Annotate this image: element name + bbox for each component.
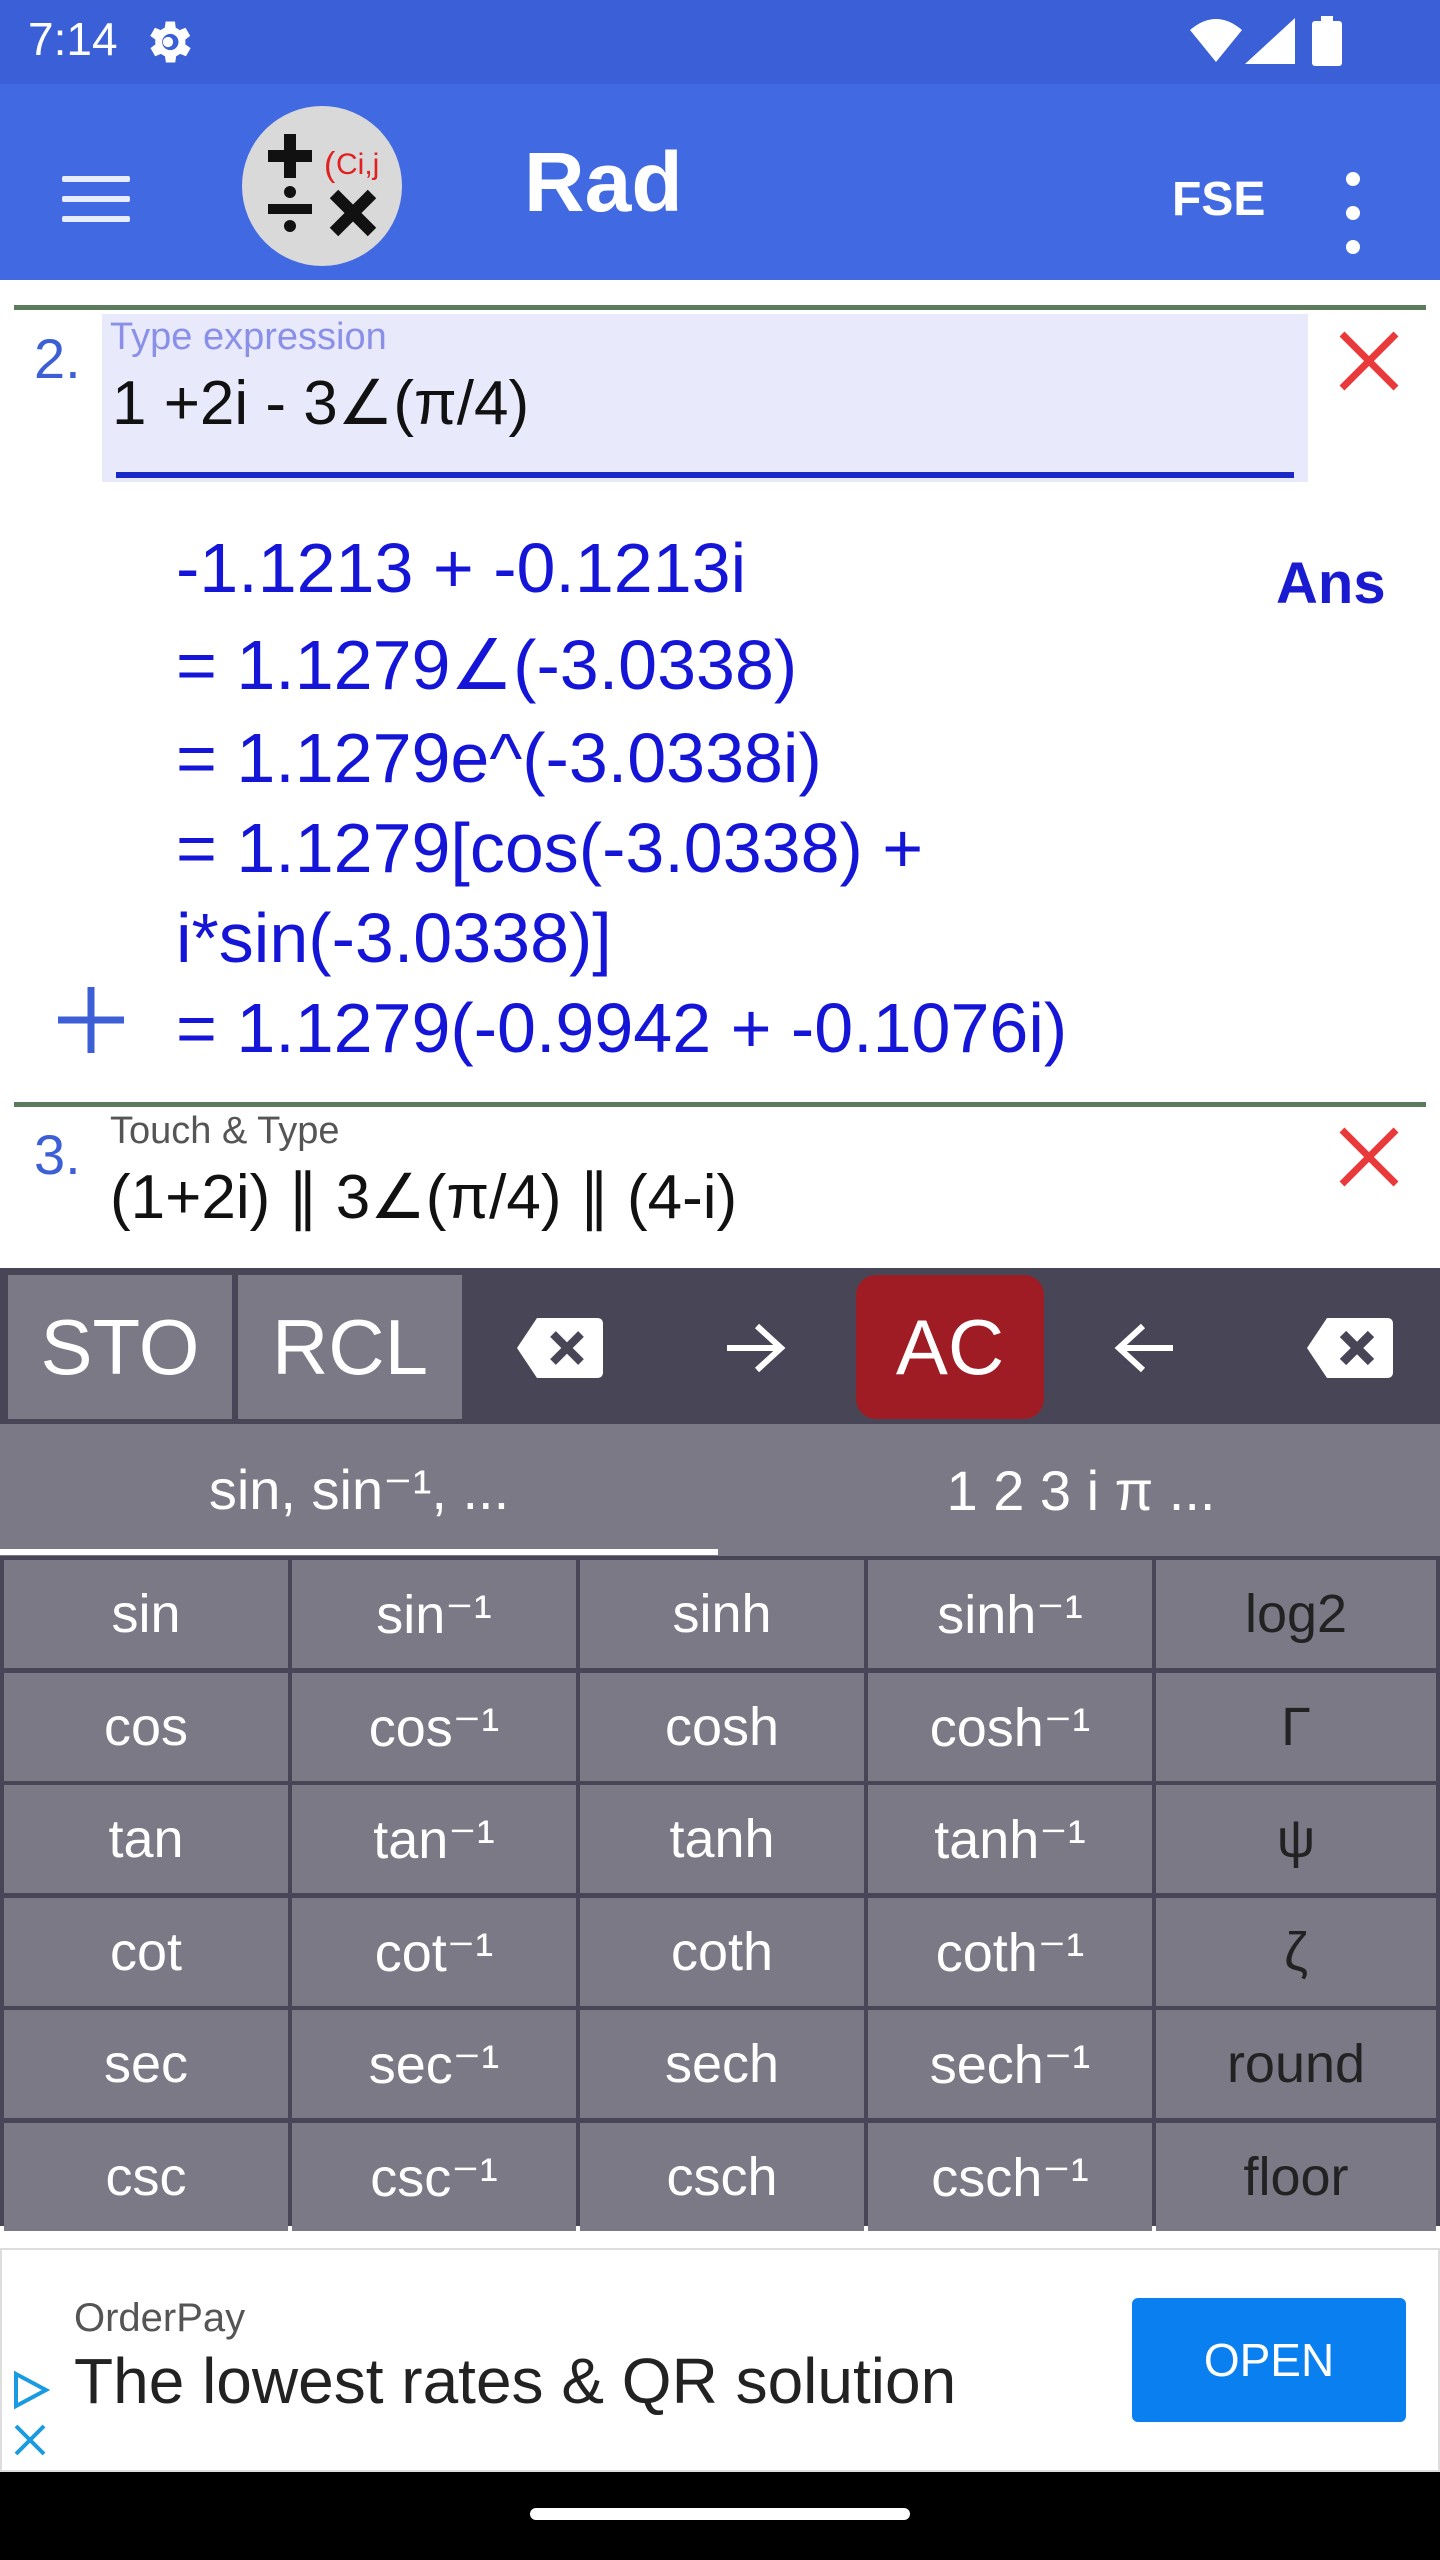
keypad-key[interactable]: cos⁻¹	[292, 1673, 576, 1781]
close-icon[interactable]	[1334, 326, 1404, 396]
keypad-key[interactable]: coth	[580, 1898, 864, 2006]
keypad-key[interactable]: sech⁻¹	[868, 2010, 1152, 2118]
keypad-key[interactable]: sin⁻¹	[292, 1560, 576, 1668]
keypad-key[interactable]: log2	[1156, 1560, 1436, 1668]
gear-icon	[150, 21, 191, 63]
battery-icon	[1312, 16, 1342, 66]
active-tab-indicator	[0, 1549, 718, 1555]
keypad-key[interactable]: cot⁻¹	[292, 1898, 576, 2006]
entry-number: 2.	[34, 327, 81, 390]
keypad-key[interactable]: tanh⁻¹	[868, 1785, 1152, 1893]
app-bar: ( Ci,j Rad FSE	[0, 84, 1440, 280]
entry-divider	[14, 1102, 1426, 1107]
keypad-key[interactable]: floor	[1156, 2123, 1436, 2231]
keypad-key[interactable]: tan⁻¹	[292, 1785, 576, 1893]
keypad-key[interactable]: cosh	[580, 1673, 864, 1781]
input-label: Type expression	[110, 316, 387, 358]
arrow-right-icon[interactable]	[700, 1300, 810, 1396]
result-line: = 1.1279∠(-3.0338)	[176, 626, 798, 704]
keypad-key[interactable]: csc⁻¹	[292, 2123, 576, 2231]
arrow-left-icon[interactable]	[1090, 1300, 1200, 1396]
keypad-key[interactable]: csc	[4, 2123, 288, 2231]
backspace-icon[interactable]	[1290, 1300, 1410, 1396]
ad-choices-icon[interactable]	[10, 2370, 50, 2410]
keypad-key[interactable]: coth⁻¹	[868, 1898, 1152, 2006]
expression-input[interactable]: (1+2i) ∥ 3∠(π/4) ∥ (4-i)	[110, 1160, 737, 1233]
wifi-icon	[1190, 19, 1242, 62]
status-time: 7:14	[28, 13, 118, 65]
expression-text[interactable]: 1 +2i - 3∠(π/4)	[112, 366, 529, 439]
angle-mode-title: Rad	[524, 135, 683, 229]
more-vert-icon[interactable]	[1346, 172, 1366, 272]
tab-functions[interactable]: sin, sin⁻¹, ...	[0, 1424, 718, 1556]
keypad-key[interactable]: cosh⁻¹	[868, 1673, 1152, 1781]
entry-divider	[14, 305, 1426, 310]
entry-number: 3.	[34, 1123, 81, 1186]
expression-input[interactable]: Type expression 1 +2i - 3∠(π/4)	[102, 314, 1308, 482]
result-line: = 1.1279e^(-3.0338i)	[176, 719, 822, 797]
ad-open-button[interactable]: OPEN	[1132, 2298, 1406, 2422]
status-bar: 7:14	[0, 0, 1440, 84]
signal-icon	[1245, 18, 1295, 64]
keypad-key[interactable]: sec⁻¹	[292, 2010, 576, 2118]
keypad-key[interactable]: sech	[580, 2010, 864, 2118]
input-underline	[116, 472, 1294, 478]
add-entry-icon[interactable]	[56, 985, 126, 1055]
keypad-key[interactable]: cot	[4, 1898, 288, 2006]
fse-button[interactable]: FSE	[1172, 172, 1265, 227]
result-line: = 1.1279(-0.9942 + -0.1076i)	[176, 989, 1068, 1067]
keypad-key[interactable]: csch	[580, 2123, 864, 2231]
app-logo: ( Ci,j	[242, 106, 402, 266]
close-icon[interactable]	[1334, 1122, 1404, 1192]
all-clear-button[interactable]: AC	[856, 1275, 1044, 1419]
keypad-key[interactable]: sinh⁻¹	[868, 1560, 1152, 1668]
keypad-key[interactable]: tanh	[580, 1785, 864, 1893]
keypad-key[interactable]: ψ	[1156, 1785, 1436, 1893]
rcl-button[interactable]: RCL	[238, 1275, 462, 1419]
keypad-key[interactable]: tan	[4, 1785, 288, 1893]
ad-close-icon[interactable]	[12, 2422, 48, 2458]
keypad-key[interactable]: round	[1156, 2010, 1436, 2118]
svg-text:(: (	[324, 146, 336, 184]
keypad-key[interactable]: Γ	[1156, 1673, 1436, 1781]
svg-text:Ci,j: Ci,j	[336, 148, 379, 181]
ad-headline[interactable]: The lowest rates & QR solution	[74, 2344, 956, 2418]
input-label: Touch & Type	[110, 1110, 340, 1152]
keypad-key[interactable]: sin	[4, 1560, 288, 1668]
home-handle[interactable]	[530, 2508, 910, 2520]
keypad-key[interactable]: sinh	[580, 1560, 864, 1668]
keypad-key[interactable]: sec	[4, 2010, 288, 2118]
ad-brand: OrderPay	[74, 2296, 246, 2340]
ans-button[interactable]: Ans	[1276, 550, 1386, 617]
result-line: = 1.1279[cos(-3.0338) +	[176, 809, 924, 887]
result-line: i*sin(-3.0338)]	[176, 899, 612, 977]
sto-button[interactable]: STO	[8, 1275, 232, 1419]
clear-entry-icon[interactable]	[500, 1300, 620, 1396]
menu-icon[interactable]	[62, 176, 132, 226]
calculator-logo-icon: ( Ci,j	[268, 134, 379, 237]
tab-numbers[interactable]: 1 2 3 i π ...	[722, 1424, 1440, 1556]
result-line: -1.1213 + -0.1213i	[176, 529, 747, 607]
keypad-key[interactable]: ζ	[1156, 1898, 1436, 2006]
keypad-key[interactable]: cos	[4, 1673, 288, 1781]
keypad-key[interactable]: csch⁻¹	[868, 2123, 1152, 2231]
